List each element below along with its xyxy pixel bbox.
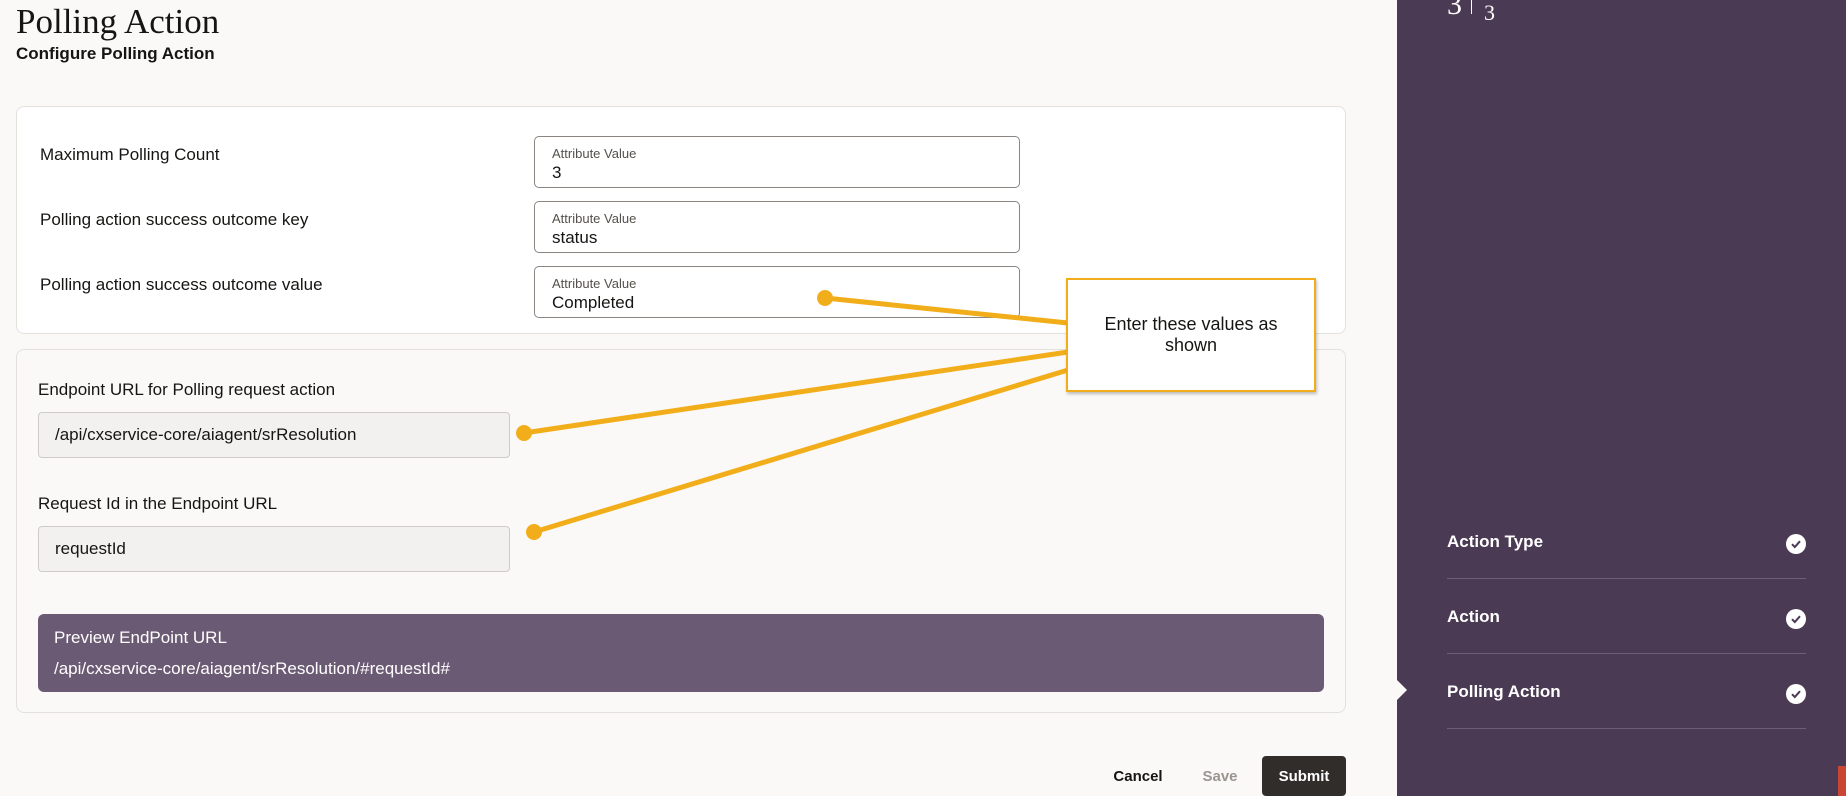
success-outcome-key-field[interactable]: Attribute Value status	[534, 201, 1020, 253]
step-total: 3	[1484, 0, 1495, 25]
max-polling-count-field[interactable]: Attribute Value 3	[534, 136, 1020, 188]
step-divider	[1471, 0, 1472, 14]
save-button[interactable]: Save	[1180, 756, 1260, 796]
request-id-label: Request Id in the Endpoint URL	[38, 494, 278, 513]
endpoint-url-label: Endpoint URL for Polling request action	[38, 380, 336, 399]
corner-marker	[1838, 766, 1846, 796]
active-step-pointer	[1397, 680, 1407, 700]
sidebar-item-polling-action[interactable]: Polling Action	[1447, 656, 1806, 729]
attribute-value-caption: Attribute Value	[552, 211, 637, 226]
step-current: 3	[1447, 0, 1462, 21]
attribute-value-caption: Attribute Value	[552, 276, 637, 291]
sidebar-item-label: Polling Action	[1447, 682, 1561, 701]
cancel-button[interactable]: Cancel	[1098, 756, 1178, 796]
sidebar-item-action[interactable]: Action	[1447, 581, 1806, 654]
sidebar-item-label: Action	[1447, 607, 1500, 626]
check-circle-icon	[1786, 684, 1806, 704]
attribute-value-caption: Attribute Value	[552, 146, 637, 161]
preview-endpoint-label: Preview EndPoint URL	[54, 628, 227, 647]
wizard-sidebar: 3 3 Action Type Action Polling Action	[1397, 0, 1846, 796]
main-content: Polling Action Configure Polling Action …	[0, 0, 1396, 796]
success-outcome-value-value: Completed	[552, 293, 635, 312]
check-circle-icon	[1786, 609, 1806, 629]
endpoint-url-input[interactable]: /api/cxservice-core/aiagent/srResolution	[38, 412, 510, 458]
annotation-callout: Enter these values as shown	[1066, 278, 1316, 392]
success-outcome-key-value: status	[552, 228, 598, 247]
submit-button[interactable]: Submit	[1262, 756, 1346, 796]
max-polling-count-value: 3	[552, 163, 562, 182]
success-outcome-value-field[interactable]: Attribute Value Completed	[534, 266, 1020, 318]
check-circle-icon	[1786, 534, 1806, 554]
endpoint-card: Endpoint URL for Polling request action …	[16, 349, 1346, 713]
sidebar-item-action-type[interactable]: Action Type	[1447, 506, 1806, 579]
page-title: Polling Action	[16, 2, 220, 41]
success-outcome-value-label: Polling action success outcome value	[40, 275, 323, 294]
preview-endpoint-value: /api/cxservice-core/aiagent/srResolution…	[54, 659, 450, 678]
request-id-input[interactable]: requestId	[38, 526, 510, 572]
success-outcome-key-label: Polling action success outcome key	[40, 210, 309, 229]
max-polling-count-label: Maximum Polling Count	[40, 145, 220, 164]
sidebar-item-label: Action Type	[1447, 532, 1544, 551]
preview-endpoint-url: Preview EndPoint URL /api/cxservice-core…	[38, 614, 1324, 692]
page-subtitle: Configure Polling Action	[16, 44, 215, 63]
